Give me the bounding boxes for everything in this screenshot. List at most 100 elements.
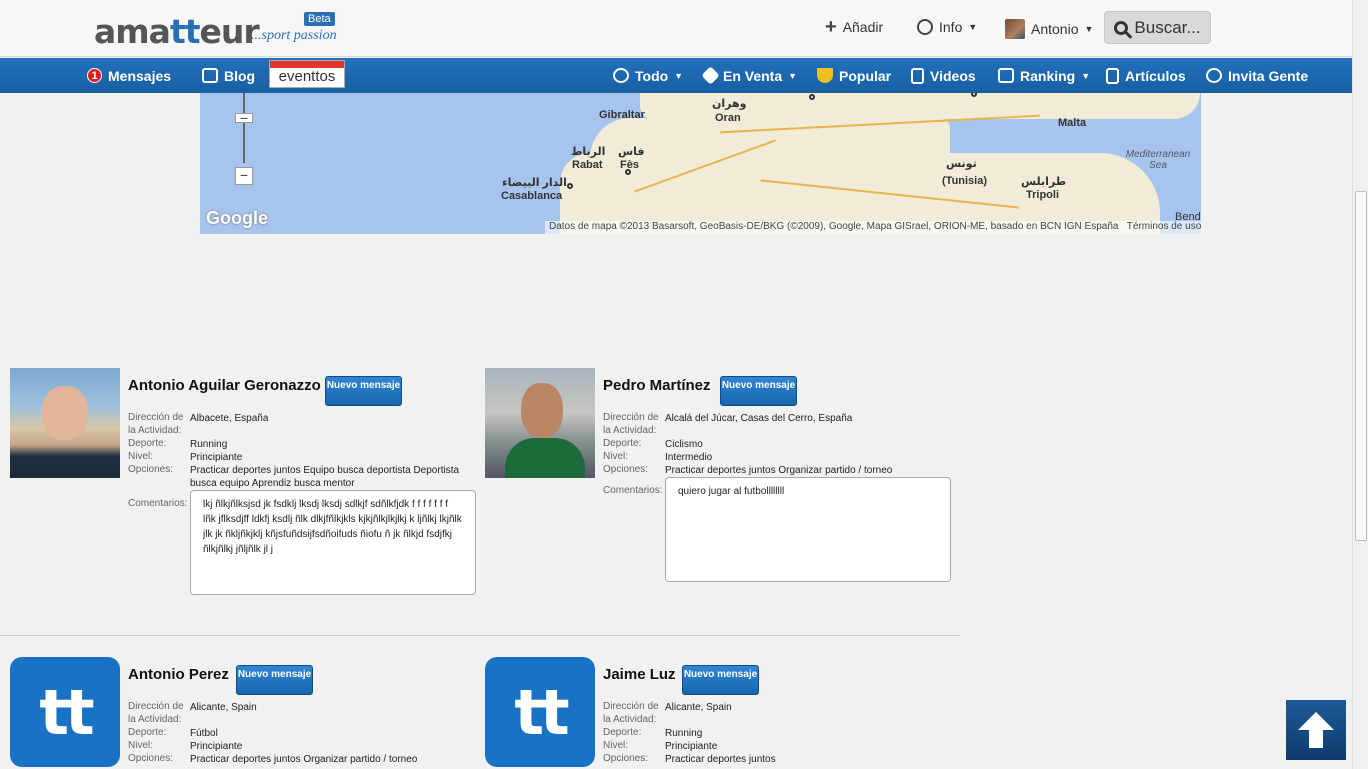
map-label-tripoli-ar: طرابلس <box>1021 176 1067 188</box>
profile-name[interactable]: Antonio Aguilar Geronazzo <box>128 377 321 394</box>
nav-blog[interactable]: Blog <box>202 58 255 93</box>
map-label-tunis-ar: تونس <box>946 158 977 170</box>
search-button[interactable]: Buscar... <box>1104 11 1211 44</box>
options-label: Opciones: <box>603 753 649 764</box>
options-label: Opciones: <box>128 464 174 475</box>
beta-badge: Beta <box>304 12 335 26</box>
user-name: Antonio <box>1031 21 1079 37</box>
address-label: Dirección de <box>128 701 184 712</box>
add-menu[interactable]: + Añadir <box>825 16 884 38</box>
new-message-button[interactable]: Nuevo mensaje <box>236 665 313 695</box>
nav-popular[interactable]: Popular <box>817 58 891 93</box>
google-logo: Google <box>206 208 268 228</box>
back-to-top-button[interactable] <box>1286 700 1346 760</box>
zoom-slider-track[interactable] <box>243 93 245 163</box>
user-menu[interactable]: Antonio ▼ <box>1005 19 1093 39</box>
address-value: Alicante, Spain <box>665 702 732 713</box>
options-label: Opciones: <box>128 753 174 764</box>
top-header: amatteur ...sport passion Beta + Añadir … <box>0 0 1352 57</box>
globe-icon <box>613 68 629 83</box>
caret-down-icon: ▼ <box>674 70 684 81</box>
nav-blog-label: Blog <box>224 67 256 84</box>
activity-label: la Actividad: <box>128 425 182 436</box>
profile-card: Pedro Martínez Nuevo mensaje Dirección d… <box>485 368 955 588</box>
nav-mensajes[interactable]: 1 Mensajes <box>87 58 171 93</box>
address-label: Dirección de <box>603 412 659 423</box>
map-label-rabat-ar: الرباط <box>571 146 606 158</box>
map-label-oran: Oran <box>715 112 741 124</box>
user-avatar <box>1005 19 1025 39</box>
address-label: Dirección de <box>603 701 659 712</box>
nav-articulos[interactable]: Artículos <box>1106 58 1186 93</box>
main-nav: 1 Mensajes Blog Todo ▼ En Venta ▼ Popula… <box>0 58 1352 93</box>
nav-videos-label: Videos <box>930 67 976 84</box>
nav-ranking[interactable]: Ranking ▼ <box>998 58 1090 93</box>
info-menu[interactable]: Info ▼ <box>917 19 977 35</box>
profile-name[interactable]: Antonio Perez <box>128 666 229 683</box>
default-avatar-tt-logo[interactable]: tt <box>485 657 595 767</box>
address-value: Alicante, Spain <box>190 702 257 713</box>
map-label-fes-ar: فاس <box>618 146 645 158</box>
options-label: Opciones: <box>603 464 649 475</box>
eventtos-logo[interactable]: eventtos <box>269 60 345 88</box>
messages-count-badge: 1 <box>87 68 102 83</box>
document-icon <box>1106 67 1119 84</box>
nav-todo[interactable]: Todo ▼ <box>613 58 683 93</box>
film-icon <box>911 67 924 84</box>
sport-value: Fútbol <box>190 728 218 739</box>
nav-videos[interactable]: Videos <box>911 58 976 93</box>
logo-wordmark: amatteur <box>94 12 260 51</box>
caret-down-icon: ▼ <box>788 70 798 81</box>
new-message-button[interactable]: Nuevo mensaje <box>325 376 402 406</box>
zoom-out-button[interactable]: − <box>235 167 253 185</box>
sport-label: Deporte: <box>603 727 642 738</box>
caret-down-icon: ▼ <box>1084 24 1094 34</box>
comments-box: lkj ñlkjñlksjsd jk fsdklj lksdj lksdj sd… <box>190 490 476 595</box>
default-avatar-tt-logo[interactable]: tt <box>10 657 120 767</box>
activity-label: la Actividad: <box>128 714 182 725</box>
logo-tagline: ...sport passion <box>251 28 337 43</box>
profile-photo[interactable] <box>10 368 120 478</box>
level-label: Nivel: <box>603 451 629 462</box>
add-label: Añadir <box>842 19 884 35</box>
price-tag-icon <box>701 66 720 85</box>
profile-photo[interactable] <box>485 368 595 478</box>
page-scrollbar[interactable] <box>1352 0 1368 769</box>
arrow-up-icon <box>1298 712 1334 748</box>
profile-card: Antonio Aguilar Geronazzo Nuevo mensaje … <box>10 368 480 598</box>
zoom-slider-handle[interactable]: − <box>235 111 253 125</box>
plus-icon: + <box>825 16 837 38</box>
scrollbar-thumb[interactable] <box>1355 191 1367 541</box>
nav-articulos-label: Artículos <box>1125 67 1186 84</box>
map-marker <box>567 183 573 189</box>
profile-name[interactable]: Jaime Luz <box>603 666 676 683</box>
nav-invita-gente[interactable]: Invita Gente <box>1206 58 1308 93</box>
location-map[interactable]: − − Gibraltar وهران Oran الرباط Rabat فا… <box>200 93 1201 234</box>
map-label-tripoli: Tripoli <box>1026 189 1059 201</box>
nav-ranking-label: Ranking <box>1020 67 1076 84</box>
people-icon <box>1206 68 1222 83</box>
profile-name[interactable]: Pedro Martínez <box>603 377 711 394</box>
map-marker <box>625 169 631 175</box>
basketball-icon <box>917 19 933 35</box>
comments-label: Comentarios: <box>603 485 663 496</box>
map-terms-link[interactable]: Términos de uso <box>1127 221 1201 232</box>
info-label: Info <box>939 19 963 35</box>
section-divider <box>0 635 960 636</box>
trophy-icon <box>817 68 833 83</box>
nav-en-venta[interactable]: En Venta ▼ <box>701 58 798 93</box>
profile-card: tt Jaime Luz Nuevo mensaje Dirección de … <box>485 657 955 769</box>
map-label-gibraltar: Gibraltar <box>599 109 645 121</box>
map-attribution: Datos de mapa ©2013 Basarsoft, GeoBasis-… <box>545 221 1201 234</box>
ranking-icon <box>998 68 1014 83</box>
nav-invita-label: Invita Gente <box>1228 67 1309 84</box>
nav-mensajes-label: Mensajes <box>108 67 172 84</box>
comments-box: quiero jugar al futbollllllll <box>665 477 951 582</box>
activity-label: la Actividad: <box>603 714 657 725</box>
map-label-sea: Mediterranean Sea <box>1125 149 1191 171</box>
new-message-button[interactable]: Nuevo mensaje <box>682 665 759 695</box>
options-value: Practicar deportes juntos Equipo busca d… <box>190 465 460 489</box>
address-value: Albacete, España <box>190 413 269 424</box>
level-value: Intermedio <box>665 452 713 463</box>
new-message-button[interactable]: Nuevo mensaje <box>720 376 797 406</box>
